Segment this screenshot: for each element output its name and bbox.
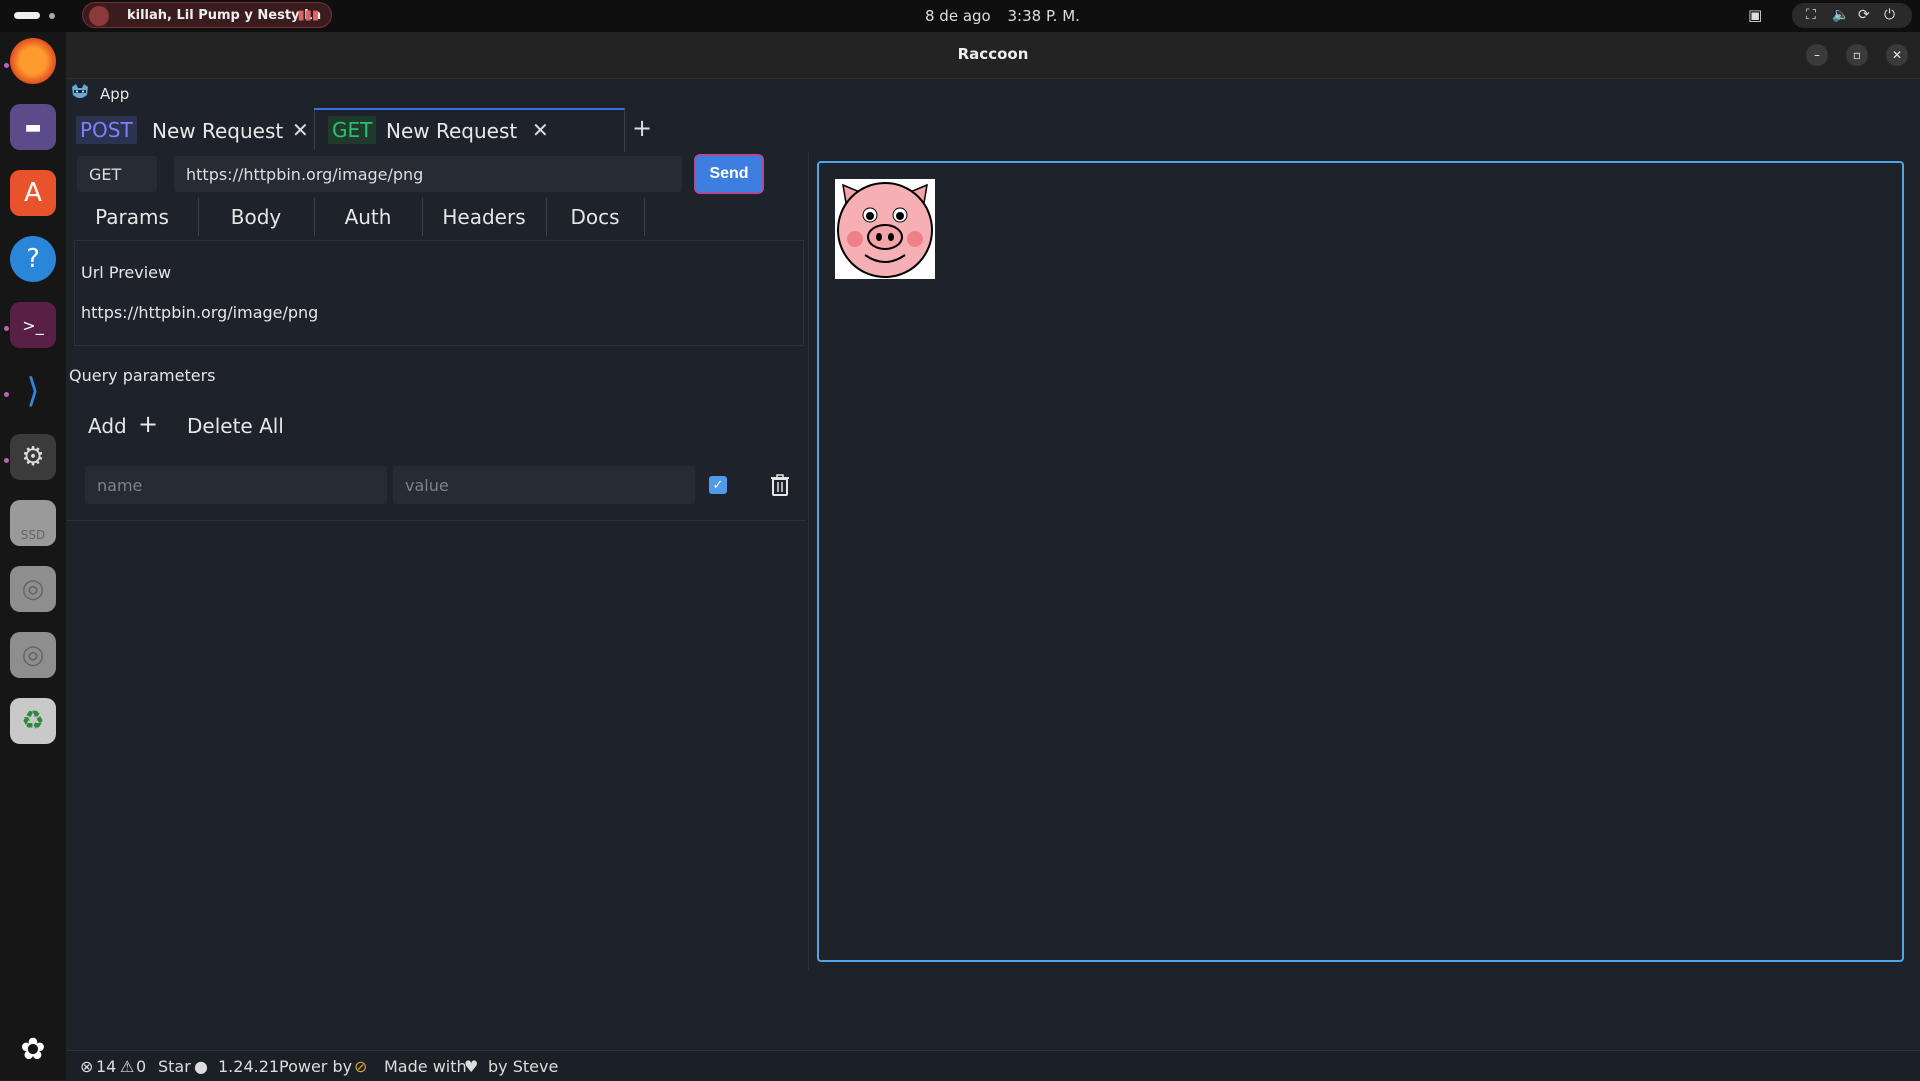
tab-auth[interactable]: Auth <box>314 198 423 236</box>
date-label: 8 de ago <box>925 7 991 25</box>
running-indicator <box>4 458 9 463</box>
status-bar: ⊗ 14 ⚠ 0 Star ● 1.24.21 Power by ⊘ Made … <box>66 1050 1920 1081</box>
system-tray[interactable]: ⛶ 🔈 ⟳ ⏻ <box>1792 3 1912 28</box>
add-param-button[interactable]: Add <box>88 414 127 438</box>
plus-icon[interactable]: + <box>138 410 158 438</box>
dock: ▬ A ? >_ ⟩ ⚙ SSD ◎ ◎ ♻ ✿ <box>0 32 66 1080</box>
pig-image-icon <box>837 182 933 278</box>
query-parameters-label: Query parameters <box>69 366 216 385</box>
window-title: Raccoon <box>957 45 1029 63</box>
power-by-label: Power by <box>279 1057 353 1076</box>
warning-count: 0 <box>136 1057 147 1076</box>
add-tab-icon[interactable]: + <box>632 114 652 142</box>
files-icon[interactable]: ▬ <box>10 104 56 150</box>
album-cover-icon <box>89 6 109 26</box>
tab-name: New Request <box>152 119 284 143</box>
param-enabled-checkbox[interactable]: ✓ <box>709 476 727 494</box>
disc-drive-icon[interactable]: ◎ <box>10 632 56 678</box>
disc-drive-icon[interactable]: ◎ <box>10 566 56 612</box>
close-window-button[interactable]: ✕ <box>1886 44 1908 66</box>
clipboard-icon[interactable]: ▣ <box>1748 6 1762 24</box>
workspace-dot-icon <box>49 13 55 19</box>
version-label: 1.24.21 <box>218 1057 280 1076</box>
tab-method-badge: GET <box>328 116 377 144</box>
framework-logo-icon[interactable]: ⊘ <box>354 1057 367 1076</box>
url-preview-box: Url Preview https://httpbin.org/image/pn… <box>74 240 804 346</box>
ssd-drive-icon[interactable]: SSD <box>10 500 56 546</box>
param-value-input[interactable] <box>393 466 695 504</box>
response-image-viewer <box>817 161 1904 962</box>
param-name-input[interactable] <box>85 466 387 504</box>
running-indicator <box>4 392 9 397</box>
vscode-icon[interactable]: ⟩ <box>10 368 56 414</box>
close-tab-icon[interactable]: ✕ <box>292 118 309 142</box>
close-tab-icon[interactable]: ✕ <box>532 118 549 142</box>
heart-icon: ♥ <box>464 1057 479 1076</box>
tab-headers[interactable]: Headers <box>422 198 547 236</box>
tab-docs[interactable]: Docs <box>546 198 645 236</box>
response-image <box>835 179 935 279</box>
tab-body[interactable]: Body <box>198 198 315 236</box>
error-icon: ⊗ <box>80 1057 94 1076</box>
system-top-bar: killah, Lil Pump y Nesty La ▮▮▮ 8 de ago… <box>0 0 1920 32</box>
maximize-button[interactable]: ▫ <box>1846 44 1868 66</box>
app-menu[interactable]: App <box>100 85 129 103</box>
power-icon: ⏻ <box>1884 7 1896 23</box>
divider <box>66 520 806 521</box>
audio-bars-icon: ▮▮▮ <box>297 8 319 23</box>
tab-name: New Request <box>386 119 518 143</box>
request-tab-post[interactable]: POST New Request ✕ <box>70 110 315 150</box>
request-tab-get[interactable]: GET New Request ✕ <box>314 108 625 152</box>
panel-divider[interactable] <box>808 152 809 970</box>
warning-icon: ⚠ <box>120 1057 135 1076</box>
delete-all-button[interactable]: Delete All <box>187 414 284 438</box>
activities-pill-icon <box>14 12 40 19</box>
firefox-icon[interactable] <box>10 38 56 84</box>
request-tab-bar: POST New Request ✕ GET New Request ✕ + <box>66 108 1920 152</box>
media-player-indicator[interactable]: killah, Lil Pump y Nesty La ▮▮▮ <box>82 2 332 28</box>
terminal-icon[interactable]: >_ <box>10 302 56 348</box>
error-count: 14 <box>96 1057 117 1076</box>
method-select[interactable]: GET <box>77 156 157 192</box>
running-indicator <box>4 63 9 68</box>
request-sub-tabs: Params Body Auth Headers Docs <box>66 198 645 236</box>
minimize-button[interactable]: – <box>1806 44 1828 66</box>
window-titlebar: Raccoon – ▫ ✕ <box>66 32 1920 79</box>
url-preview-label: Url Preview <box>81 263 172 282</box>
media-title: killah, Lil Pump y Nesty La <box>127 8 322 23</box>
menu-bar: App <box>66 78 1920 108</box>
tab-method-badge: POST <box>76 116 137 144</box>
running-indicator <box>4 326 9 331</box>
url-input[interactable] <box>174 156 682 192</box>
time-label: 3:38 P. M. <box>1007 7 1080 25</box>
volume-icon: 🔈 <box>1832 7 1850 23</box>
trash-icon[interactable] <box>770 474 790 496</box>
url-preview-value: https://httpbin.org/image/png <box>81 303 319 322</box>
sync-icon: ⟳ <box>1858 7 1870 23</box>
raccoon-logo-icon <box>72 84 88 98</box>
network-icon: ⛶ <box>1806 7 1816 23</box>
show-apps-icon[interactable]: ✿ <box>10 1026 56 1072</box>
clock[interactable]: 8 de ago 3:38 P. M. <box>925 7 1092 25</box>
trash-icon[interactable]: ♻ <box>10 698 56 744</box>
star-link[interactable]: Star <box>158 1057 191 1076</box>
tab-params[interactable]: Params <box>66 198 199 236</box>
github-icon[interactable]: ● <box>194 1057 208 1076</box>
help-icon[interactable]: ? <box>10 236 56 282</box>
author-label: by Steve <box>488 1057 559 1076</box>
send-button[interactable]: Send <box>694 154 764 194</box>
settings-gear-icon[interactable]: ⚙ <box>10 434 56 480</box>
activities-button[interactable] <box>14 12 55 20</box>
made-with-label: Made with <box>384 1057 467 1076</box>
app-center-icon[interactable]: A <box>10 170 56 216</box>
